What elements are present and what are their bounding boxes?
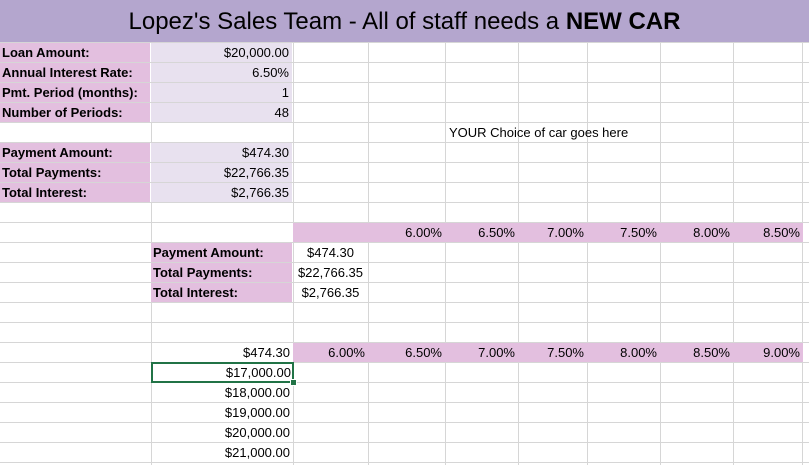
rate-1-6-50[interactable]: 6.50% xyxy=(445,223,518,242)
total-payments-value-2[interactable]: $22,766.35 xyxy=(293,263,368,282)
spreadsheet-grid[interactable]: Lopez's Sales Team - All of staff needs … xyxy=(0,0,809,465)
rate-2-9-00[interactable]: 9.00% xyxy=(733,343,803,362)
car-choice-note[interactable]: YOUR Choice of car goes here xyxy=(447,123,667,142)
loan-amount-20000-cell[interactable]: $20,000.00 xyxy=(151,423,293,442)
total-payments-label[interactable]: Total Payments: xyxy=(0,163,150,182)
pmt-period-label[interactable]: Pmt. Period (months): xyxy=(0,83,150,102)
total-payments-label-2[interactable]: Total Payments: xyxy=(151,263,292,282)
total-payments-value[interactable]: $22,766.35 xyxy=(151,163,292,182)
loan-amount-17000-cell[interactable]: $17,000.00 xyxy=(151,362,294,383)
loan-amount-19000-cell[interactable]: $19,000.00 xyxy=(151,403,293,422)
sheet-title-banner[interactable]: Lopez's Sales Team - All of staff needs … xyxy=(0,0,809,42)
payment-amount-label-2[interactable]: Payment Amount: xyxy=(151,243,292,262)
total-interest-label-2[interactable]: Total Interest: xyxy=(151,283,292,302)
rate-2-6-00[interactable]: 6.00% xyxy=(293,343,368,362)
pmt-period-value[interactable]: 1 xyxy=(151,83,292,102)
loan-amount-label[interactable]: Loan Amount: xyxy=(0,43,150,62)
rate-1-8-00[interactable]: 8.00% xyxy=(660,223,733,242)
table-corner-payment[interactable]: $474.30 xyxy=(151,343,293,362)
num-periods-value[interactable]: 48 xyxy=(151,103,292,122)
num-periods-label[interactable]: Number of Periods: xyxy=(0,103,150,122)
rate-2-7-50[interactable]: 7.50% xyxy=(518,343,587,362)
title-text: Lopez's Sales Team - All of staff needs … xyxy=(128,8,560,35)
rate-1-7-50[interactable]: 7.50% xyxy=(587,223,660,242)
rate-1-6-00[interactable]: 6.00% xyxy=(368,223,445,242)
loan-amount-21000-cell[interactable]: $21,000.00 xyxy=(151,443,293,462)
total-interest-value[interactable]: $2,766.35 xyxy=(151,183,292,202)
interest-rate-label[interactable]: Annual Interest Rate: xyxy=(0,63,150,82)
payment-amount-value-2[interactable]: $474.30 xyxy=(293,243,368,262)
payment-amount-value[interactable]: $474.30 xyxy=(151,143,292,162)
total-interest-label[interactable]: Total Interest: xyxy=(0,183,150,202)
rate-1-8-50[interactable]: 8.50% xyxy=(733,223,803,242)
interest-rate-value[interactable]: 6.50% xyxy=(151,63,292,82)
rate-1-7-00[interactable]: 7.00% xyxy=(518,223,587,242)
rate-2-7-00[interactable]: 7.00% xyxy=(445,343,518,362)
rate-2-8-00[interactable]: 8.00% xyxy=(587,343,660,362)
total-interest-value-2[interactable]: $2,766.35 xyxy=(293,283,368,302)
rate-2-6-50[interactable]: 6.50% xyxy=(368,343,445,362)
loan-amount-value[interactable]: $20,000.00 xyxy=(151,43,292,62)
title-emphasis: NEW CAR xyxy=(565,8,681,35)
rate-2-8-50[interactable]: 8.50% xyxy=(660,343,733,362)
payment-amount-label[interactable]: Payment Amount: xyxy=(0,143,150,162)
loan-amount-18000-cell[interactable]: $18,000.00 xyxy=(151,383,293,402)
